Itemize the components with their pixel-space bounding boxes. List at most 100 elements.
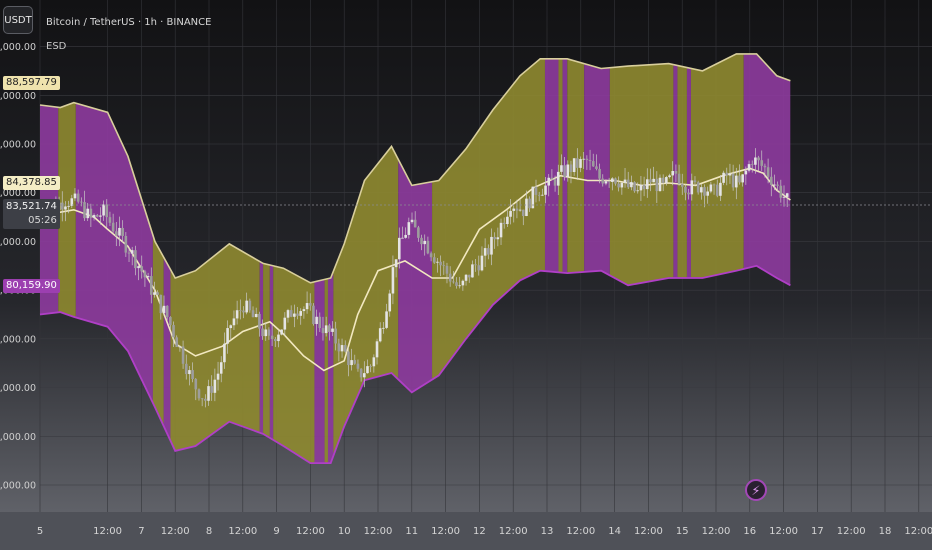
candle-body: [324, 325, 328, 334]
x-tick-label: 8: [206, 526, 212, 537]
candle-body: [286, 310, 290, 318]
x-tick-label: 5: [37, 526, 43, 537]
candle-body: [487, 248, 490, 255]
candle-body: [146, 276, 150, 278]
currency-button[interactable]: USDT: [3, 6, 33, 34]
candle-body: [134, 250, 137, 269]
candle-body: [585, 158, 589, 161]
candle-body: [439, 261, 442, 266]
candle-body: [254, 313, 258, 318]
candle-body: [178, 346, 182, 348]
candle-body: [73, 193, 77, 199]
candle-body: [156, 292, 159, 295]
candle-body: [200, 398, 204, 400]
candle-body: [690, 180, 694, 195]
x-tick-label: 12:00: [228, 526, 257, 537]
candle-body: [204, 398, 207, 401]
x-tick-label: 9: [273, 526, 279, 537]
candle-body: [550, 177, 554, 180]
candle-body: [509, 210, 512, 217]
candle-body: [588, 160, 592, 162]
indicator-label[interactable]: ESD: [46, 41, 66, 52]
x-tick-label: 11: [405, 526, 418, 537]
candle-body: [773, 184, 776, 186]
y-tick-label: 86,000.00: [0, 140, 36, 151]
candle-body: [572, 158, 576, 173]
candle-body: [757, 157, 760, 161]
candle-body: [607, 181, 611, 183]
candle-body: [754, 157, 757, 165]
candle-body: [601, 178, 605, 184]
candle-body: [744, 170, 748, 175]
candle-body: [226, 328, 229, 344]
x-tick-label: 12: [473, 526, 486, 537]
candle-body: [375, 341, 379, 358]
candle-body: [461, 280, 465, 286]
candle-body: [639, 184, 643, 191]
candle-body: [687, 192, 690, 195]
candle-body: [725, 172, 729, 176]
candle-body: [334, 328, 337, 344]
candle-body: [308, 303, 312, 306]
candle-body: [452, 281, 455, 283]
candle-body: [397, 237, 401, 260]
candle-body: [382, 327, 385, 329]
x-tick-label: 12:00: [702, 526, 731, 537]
candle-body: [556, 171, 560, 186]
candle-body: [213, 379, 217, 393]
candle-body: [779, 185, 783, 198]
candle-body: [614, 178, 617, 184]
candle-body: [684, 186, 687, 193]
candle-body: [108, 217, 112, 223]
candle-body: [80, 201, 83, 203]
candle-body: [159, 294, 163, 314]
price-chart: 72,000.0074,000.0076,000.0078,000.0080,0…: [0, 0, 932, 550]
candle-body: [490, 236, 493, 255]
x-tick-label: 12:00: [364, 526, 393, 537]
y-tick-label: 90,000.00: [0, 42, 36, 53]
candle-body: [283, 317, 287, 330]
candle-body: [273, 339, 277, 342]
candle-body: [149, 276, 153, 295]
candle-body: [331, 328, 334, 332]
candle-body: [312, 305, 315, 324]
candle-body: [521, 209, 525, 217]
candle-body: [525, 198, 528, 217]
symbol-title[interactable]: Bitcoin / TetherUS · 1h · BINANCE: [46, 17, 211, 28]
candle-body: [366, 366, 369, 374]
candle-body: [95, 215, 99, 217]
candle-body: [731, 173, 735, 188]
candle-body: [735, 175, 738, 188]
candle-body: [184, 363, 188, 375]
y-tick-label: 88,000.00: [0, 91, 36, 102]
candle-body: [289, 310, 293, 317]
lightning-icon[interactable]: ⚡: [745, 479, 767, 501]
candle-body: [515, 208, 519, 211]
candle-body: [153, 292, 156, 295]
candle-body: [455, 282, 458, 286]
candle-body: [467, 274, 471, 278]
candle-body: [642, 184, 646, 190]
candle-body: [102, 204, 105, 216]
candle-body: [706, 191, 709, 196]
x-tick-label: 10: [338, 526, 351, 537]
candle-body: [347, 351, 350, 366]
candle-body: [700, 187, 703, 193]
candle-body: [404, 234, 407, 238]
candle-body: [121, 227, 124, 236]
candle-body: [512, 208, 516, 211]
x-tick-label: 7: [138, 526, 144, 537]
candle-body: [99, 215, 102, 217]
upper-band-price-tag: 88,597.79: [3, 76, 60, 90]
candle-body: [417, 227, 420, 238]
candle-body: [493, 236, 496, 240]
candle-body: [763, 165, 767, 168]
candle-body: [172, 325, 175, 338]
candle-body: [194, 379, 198, 390]
candle-body: [296, 313, 299, 316]
candle-body: [363, 373, 366, 378]
candle-body: [626, 179, 630, 188]
candle-body: [477, 265, 481, 271]
candle-body: [766, 167, 770, 177]
candle-body: [264, 329, 268, 337]
